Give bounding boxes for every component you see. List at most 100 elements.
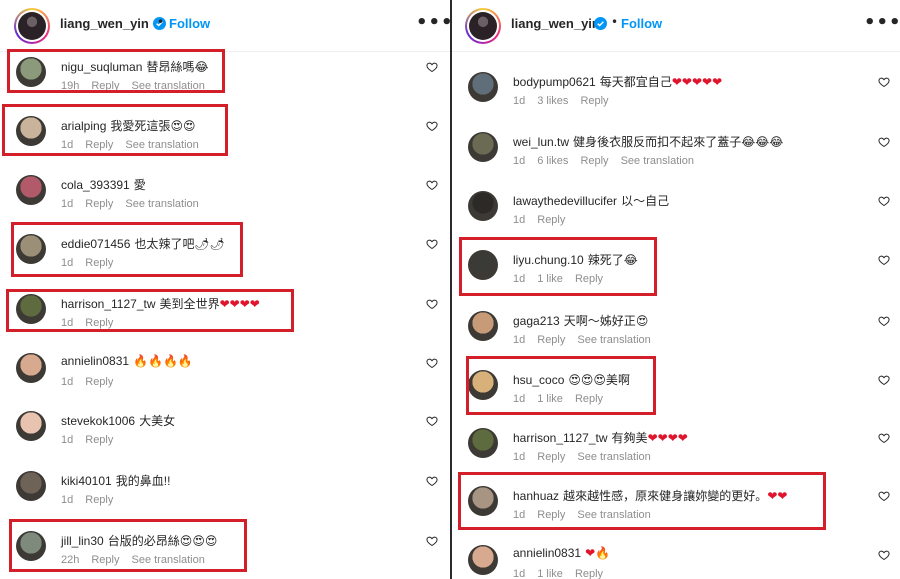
reply-button[interactable]: Reply bbox=[537, 334, 565, 346]
like-heart-icon[interactable] bbox=[426, 535, 438, 547]
commenter-avatar[interactable] bbox=[468, 486, 498, 516]
see-translation-link[interactable]: See translation bbox=[131, 554, 204, 566]
comment-text: 越來越性感，原來健身讓妳變的更好。❤❤ bbox=[563, 489, 788, 503]
like-heart-icon[interactable] bbox=[426, 415, 438, 427]
reply-button[interactable]: Reply bbox=[91, 80, 119, 92]
like-heart-icon[interactable] bbox=[426, 238, 438, 250]
reply-button[interactable]: Reply bbox=[85, 376, 113, 388]
comment-item: eddie071456 也太辣了吧🌶🌶 1d Reply bbox=[0, 229, 450, 287]
commenter-avatar[interactable] bbox=[16, 175, 46, 205]
commenter-avatar[interactable] bbox=[16, 234, 46, 264]
profile-avatar[interactable] bbox=[465, 8, 501, 44]
commenter-username[interactable]: jill_lin30 bbox=[61, 534, 104, 548]
like-heart-icon[interactable] bbox=[878, 254, 890, 266]
like-heart-icon[interactable] bbox=[878, 195, 890, 207]
commenter-avatar[interactable] bbox=[468, 370, 498, 400]
comment-meta: 1d Reply bbox=[61, 434, 125, 446]
commenter-avatar[interactable] bbox=[468, 191, 498, 221]
comment-timestamp: 1d bbox=[61, 257, 74, 269]
reply-button[interactable]: Reply bbox=[85, 257, 113, 269]
see-translation-link[interactable]: See translation bbox=[621, 155, 694, 167]
commenter-username[interactable]: hanhuaz bbox=[513, 489, 559, 503]
reply-button[interactable]: Reply bbox=[575, 568, 603, 579]
like-count[interactable]: 1 like bbox=[537, 273, 563, 285]
commenter-username[interactable]: liyu.chung.10 bbox=[513, 253, 584, 267]
like-heart-icon[interactable] bbox=[878, 549, 890, 561]
commenter-username[interactable]: cola_393391 bbox=[61, 178, 130, 192]
commenter-avatar[interactable] bbox=[16, 116, 46, 146]
commenter-avatar[interactable] bbox=[468, 72, 498, 102]
more-options-icon[interactable]: ••• bbox=[416, 12, 450, 33]
commenter-username[interactable]: harrison_1127_tw bbox=[61, 297, 156, 311]
username[interactable]: liang_wen_yin bbox=[511, 16, 600, 31]
reply-button[interactable]: Reply bbox=[85, 317, 113, 329]
commenter-avatar[interactable] bbox=[468, 311, 498, 341]
commenter-username[interactable]: annielin0831 bbox=[61, 354, 129, 368]
comment-timestamp: 1d bbox=[61, 198, 74, 210]
see-translation-link[interactable]: See translation bbox=[577, 334, 650, 346]
like-count[interactable]: 1 like bbox=[537, 568, 563, 579]
see-translation-link[interactable]: See translation bbox=[131, 80, 204, 92]
reply-button[interactable]: Reply bbox=[580, 155, 608, 167]
commenter-avatar[interactable] bbox=[468, 132, 498, 162]
commenter-username[interactable]: arialping bbox=[61, 119, 106, 133]
more-options-icon[interactable]: ••• bbox=[864, 12, 900, 33]
commenter-avatar[interactable] bbox=[16, 471, 46, 501]
comment-line: gaga213 天啊～姊好正😍 bbox=[513, 312, 648, 329]
like-heart-icon[interactable] bbox=[878, 490, 890, 502]
like-heart-icon[interactable] bbox=[878, 374, 890, 386]
commenter-username[interactable]: nigu_suqluman bbox=[61, 60, 142, 74]
like-heart-icon[interactable] bbox=[426, 179, 438, 191]
like-heart-icon[interactable] bbox=[878, 315, 890, 327]
follow-button[interactable]: Follow bbox=[169, 16, 210, 31]
like-count[interactable]: 6 likes bbox=[537, 155, 568, 167]
commenter-username[interactable]: lawaythedevillucifer bbox=[513, 194, 617, 208]
reply-button[interactable]: Reply bbox=[575, 393, 603, 405]
like-heart-icon[interactable] bbox=[878, 432, 890, 444]
reply-button[interactable]: Reply bbox=[580, 95, 608, 107]
reply-button[interactable]: Reply bbox=[91, 554, 119, 566]
like-count[interactable]: 1 like bbox=[537, 393, 563, 405]
commenter-username[interactable]: wei_lun.tw bbox=[513, 135, 569, 149]
like-heart-icon[interactable] bbox=[426, 298, 438, 310]
commenter-username[interactable]: eddie071456 bbox=[61, 237, 130, 251]
commenter-avatar[interactable] bbox=[16, 353, 46, 383]
username[interactable]: liang_wen_yin bbox=[60, 16, 149, 31]
commenter-avatar[interactable] bbox=[16, 411, 46, 441]
see-translation-link[interactable]: See translation bbox=[125, 198, 198, 210]
follow-button[interactable]: Follow bbox=[621, 16, 662, 31]
reply-button[interactable]: Reply bbox=[85, 494, 113, 506]
see-translation-link[interactable]: See translation bbox=[577, 451, 650, 463]
reply-button[interactable]: Reply bbox=[85, 434, 113, 446]
reply-button[interactable]: Reply bbox=[537, 509, 565, 521]
profile-avatar[interactable] bbox=[14, 8, 50, 44]
commenter-username[interactable]: hsu_coco bbox=[513, 373, 564, 387]
commenter-avatar[interactable] bbox=[468, 250, 498, 280]
commenter-username[interactable]: stevekok1006 bbox=[61, 414, 135, 428]
commenter-username[interactable]: gaga213 bbox=[513, 314, 560, 328]
reply-button[interactable]: Reply bbox=[85, 139, 113, 151]
commenter-avatar[interactable] bbox=[16, 57, 46, 87]
reply-button[interactable]: Reply bbox=[537, 451, 565, 463]
commenter-avatar[interactable] bbox=[468, 428, 498, 458]
commenter-username[interactable]: bodypump0621 bbox=[513, 75, 596, 89]
commenter-username[interactable]: harrison_1127_tw bbox=[513, 431, 608, 445]
commenter-avatar[interactable] bbox=[16, 531, 46, 561]
commenter-avatar[interactable] bbox=[468, 545, 498, 575]
like-heart-icon[interactable] bbox=[426, 357, 438, 369]
like-count[interactable]: 3 likes bbox=[537, 95, 568, 107]
reply-button[interactable]: Reply bbox=[537, 214, 565, 226]
like-heart-icon[interactable] bbox=[426, 61, 438, 73]
like-heart-icon[interactable] bbox=[426, 475, 438, 487]
see-translation-link[interactable]: See translation bbox=[125, 139, 198, 151]
like-heart-icon[interactable] bbox=[878, 136, 890, 148]
commenter-username[interactable]: kiki40101 bbox=[61, 474, 112, 488]
commenter-username[interactable]: annielin0831 bbox=[513, 546, 581, 560]
reply-button[interactable]: Reply bbox=[575, 273, 603, 285]
like-heart-icon[interactable] bbox=[426, 120, 438, 132]
comment-meta: 1d Reply See translation bbox=[513, 451, 663, 463]
commenter-avatar[interactable] bbox=[16, 294, 46, 324]
see-translation-link[interactable]: See translation bbox=[577, 509, 650, 521]
like-heart-icon[interactable] bbox=[878, 76, 890, 88]
reply-button[interactable]: Reply bbox=[85, 198, 113, 210]
